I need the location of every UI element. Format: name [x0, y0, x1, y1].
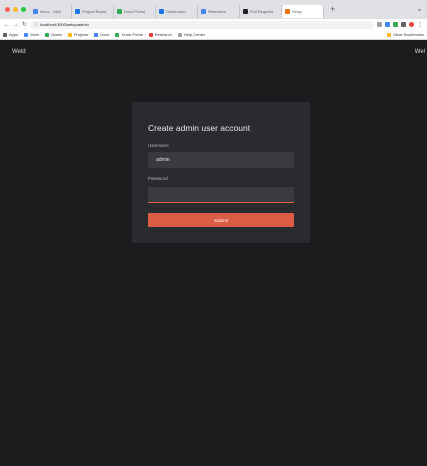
other-bookmarks[interactable]: Other Bookmarks — [386, 32, 424, 37]
reload-icon[interactable]: ↻ — [22, 22, 27, 28]
browser-tab[interactable]: Docs Portal — [114, 5, 156, 18]
password-field[interactable] — [148, 187, 294, 203]
bookmark-favicon-icon — [24, 32, 29, 37]
bookmark-item[interactable]: Work — [24, 32, 39, 37]
bookmark-label: Docs — [100, 32, 110, 37]
browser-tab[interactable]: Setup — [282, 5, 324, 18]
card-title: Create admin user account — [148, 123, 251, 133]
bookmark-item[interactable]: Docs — [94, 32, 109, 37]
maximize-window-icon[interactable] — [21, 7, 26, 12]
bookmark-favicon-icon — [94, 32, 99, 37]
setup-card: Create admin user account Username Passw… — [132, 102, 310, 243]
site-info-icon[interactable]: ⓘ — [34, 22, 38, 27]
browser-toolbar: ← → ↻ ⓘ localhost:3000/setup/admin ⋮ — [0, 19, 427, 30]
bookmark-label: Help Center — [183, 32, 206, 37]
bookmark-item[interactable]: Help Center — [177, 32, 206, 37]
username-field[interactable] — [148, 152, 294, 168]
bookmark-favicon-icon — [148, 32, 153, 37]
minimize-window-icon[interactable] — [13, 7, 18, 12]
header-right-text: Wel — [414, 49, 425, 55]
browser-tab[interactable]: Inbox - Mail — [30, 5, 72, 18]
browser-window: Inbox - Mail Project Board Docs Portal Dash… — [0, 0, 427, 466]
tab-title: Setup — [292, 9, 303, 14]
extensions: ⋮ — [377, 22, 423, 28]
extension-icon[interactable] — [393, 22, 398, 27]
bookmark-favicon-icon — [115, 32, 120, 37]
tab-search-icon[interactable]: ⌄ — [416, 4, 423, 13]
submit-button[interactable]: Submit — [148, 213, 294, 227]
tab-list: Inbox - Mail Project Board Docs Portal Dash… — [30, 1, 324, 18]
favicon-icon — [33, 9, 38, 14]
bookmark-favicon-icon — [67, 32, 72, 37]
favicon-icon — [159, 9, 164, 14]
puzzle-icon[interactable] — [401, 22, 406, 27]
bookmark-favicon-icon — [177, 32, 182, 37]
address-bar[interactable]: ⓘ localhost:3000/setup/admin — [30, 20, 374, 29]
browser-tab[interactable]: Pull Request — [240, 5, 282, 18]
close-window-icon[interactable] — [5, 7, 10, 12]
bookmark-favicon-icon — [45, 32, 50, 37]
tab-title: Reference — [208, 9, 227, 14]
bookmark-item[interactable]: Apps — [3, 32, 18, 37]
menu-icon[interactable]: ⋮ — [417, 22, 423, 28]
bookmark-label: Projects — [73, 32, 89, 37]
password-label: Password — [148, 176, 168, 181]
favicon-icon — [117, 9, 122, 14]
extension-icon[interactable] — [385, 22, 390, 27]
bookmark-item[interactable]: Projects — [67, 32, 89, 37]
bookmark-label: Work — [30, 32, 40, 37]
favicon-icon — [75, 9, 80, 14]
favicon-icon — [285, 9, 290, 14]
tab-title: Project Board — [82, 9, 107, 14]
app-logo-text[interactable]: Weld — [12, 49, 26, 55]
forward-icon[interactable]: → — [13, 22, 19, 28]
tab-title: Inbox - Mail — [40, 9, 61, 14]
bookmark-star-icon[interactable] — [377, 22, 382, 27]
bookmark-label: Notes — [51, 32, 62, 37]
back-icon[interactable]: ← — [4, 22, 10, 28]
tab-title: Docs Portal — [124, 9, 145, 14]
window-controls — [5, 7, 26, 12]
avatar[interactable] — [409, 22, 414, 27]
bookmark-label: Apps — [9, 32, 19, 37]
tab-title: Pull Request — [250, 9, 273, 14]
bookmarks-bar: Apps Work Notes Projects Docs Team Portal Rese… — [0, 30, 427, 40]
new-tab-button[interactable]: + — [330, 5, 335, 14]
username-label: Username — [148, 143, 169, 148]
favicon-icon — [201, 9, 206, 14]
tab-title: Dashboard — [166, 9, 186, 14]
page-content: Weld Wel Create admin user account Usern… — [0, 41, 427, 466]
bookmark-label: Research — [154, 32, 172, 37]
bookmark-item[interactable]: Notes — [45, 32, 62, 37]
browser-tab[interactable]: Project Board — [72, 5, 114, 18]
bookmark-item[interactable]: Research — [148, 32, 172, 37]
address-url: localhost:3000/setup/admin — [40, 22, 89, 27]
browser-tab[interactable]: Reference — [198, 5, 240, 18]
tab-strip: Inbox - Mail Project Board Docs Portal Dash… — [0, 0, 427, 19]
browser-tab[interactable]: Dashboard — [156, 5, 198, 18]
bookmark-label: Team Portal — [121, 32, 143, 37]
folder-icon — [386, 32, 391, 37]
bookmark-list: Apps Work Notes Projects Docs Team Portal Rese… — [3, 32, 382, 37]
bookmark-favicon-icon — [3, 32, 7, 37]
bookmark-item[interactable]: Team Portal — [115, 32, 143, 37]
favicon-icon — [243, 9, 248, 14]
